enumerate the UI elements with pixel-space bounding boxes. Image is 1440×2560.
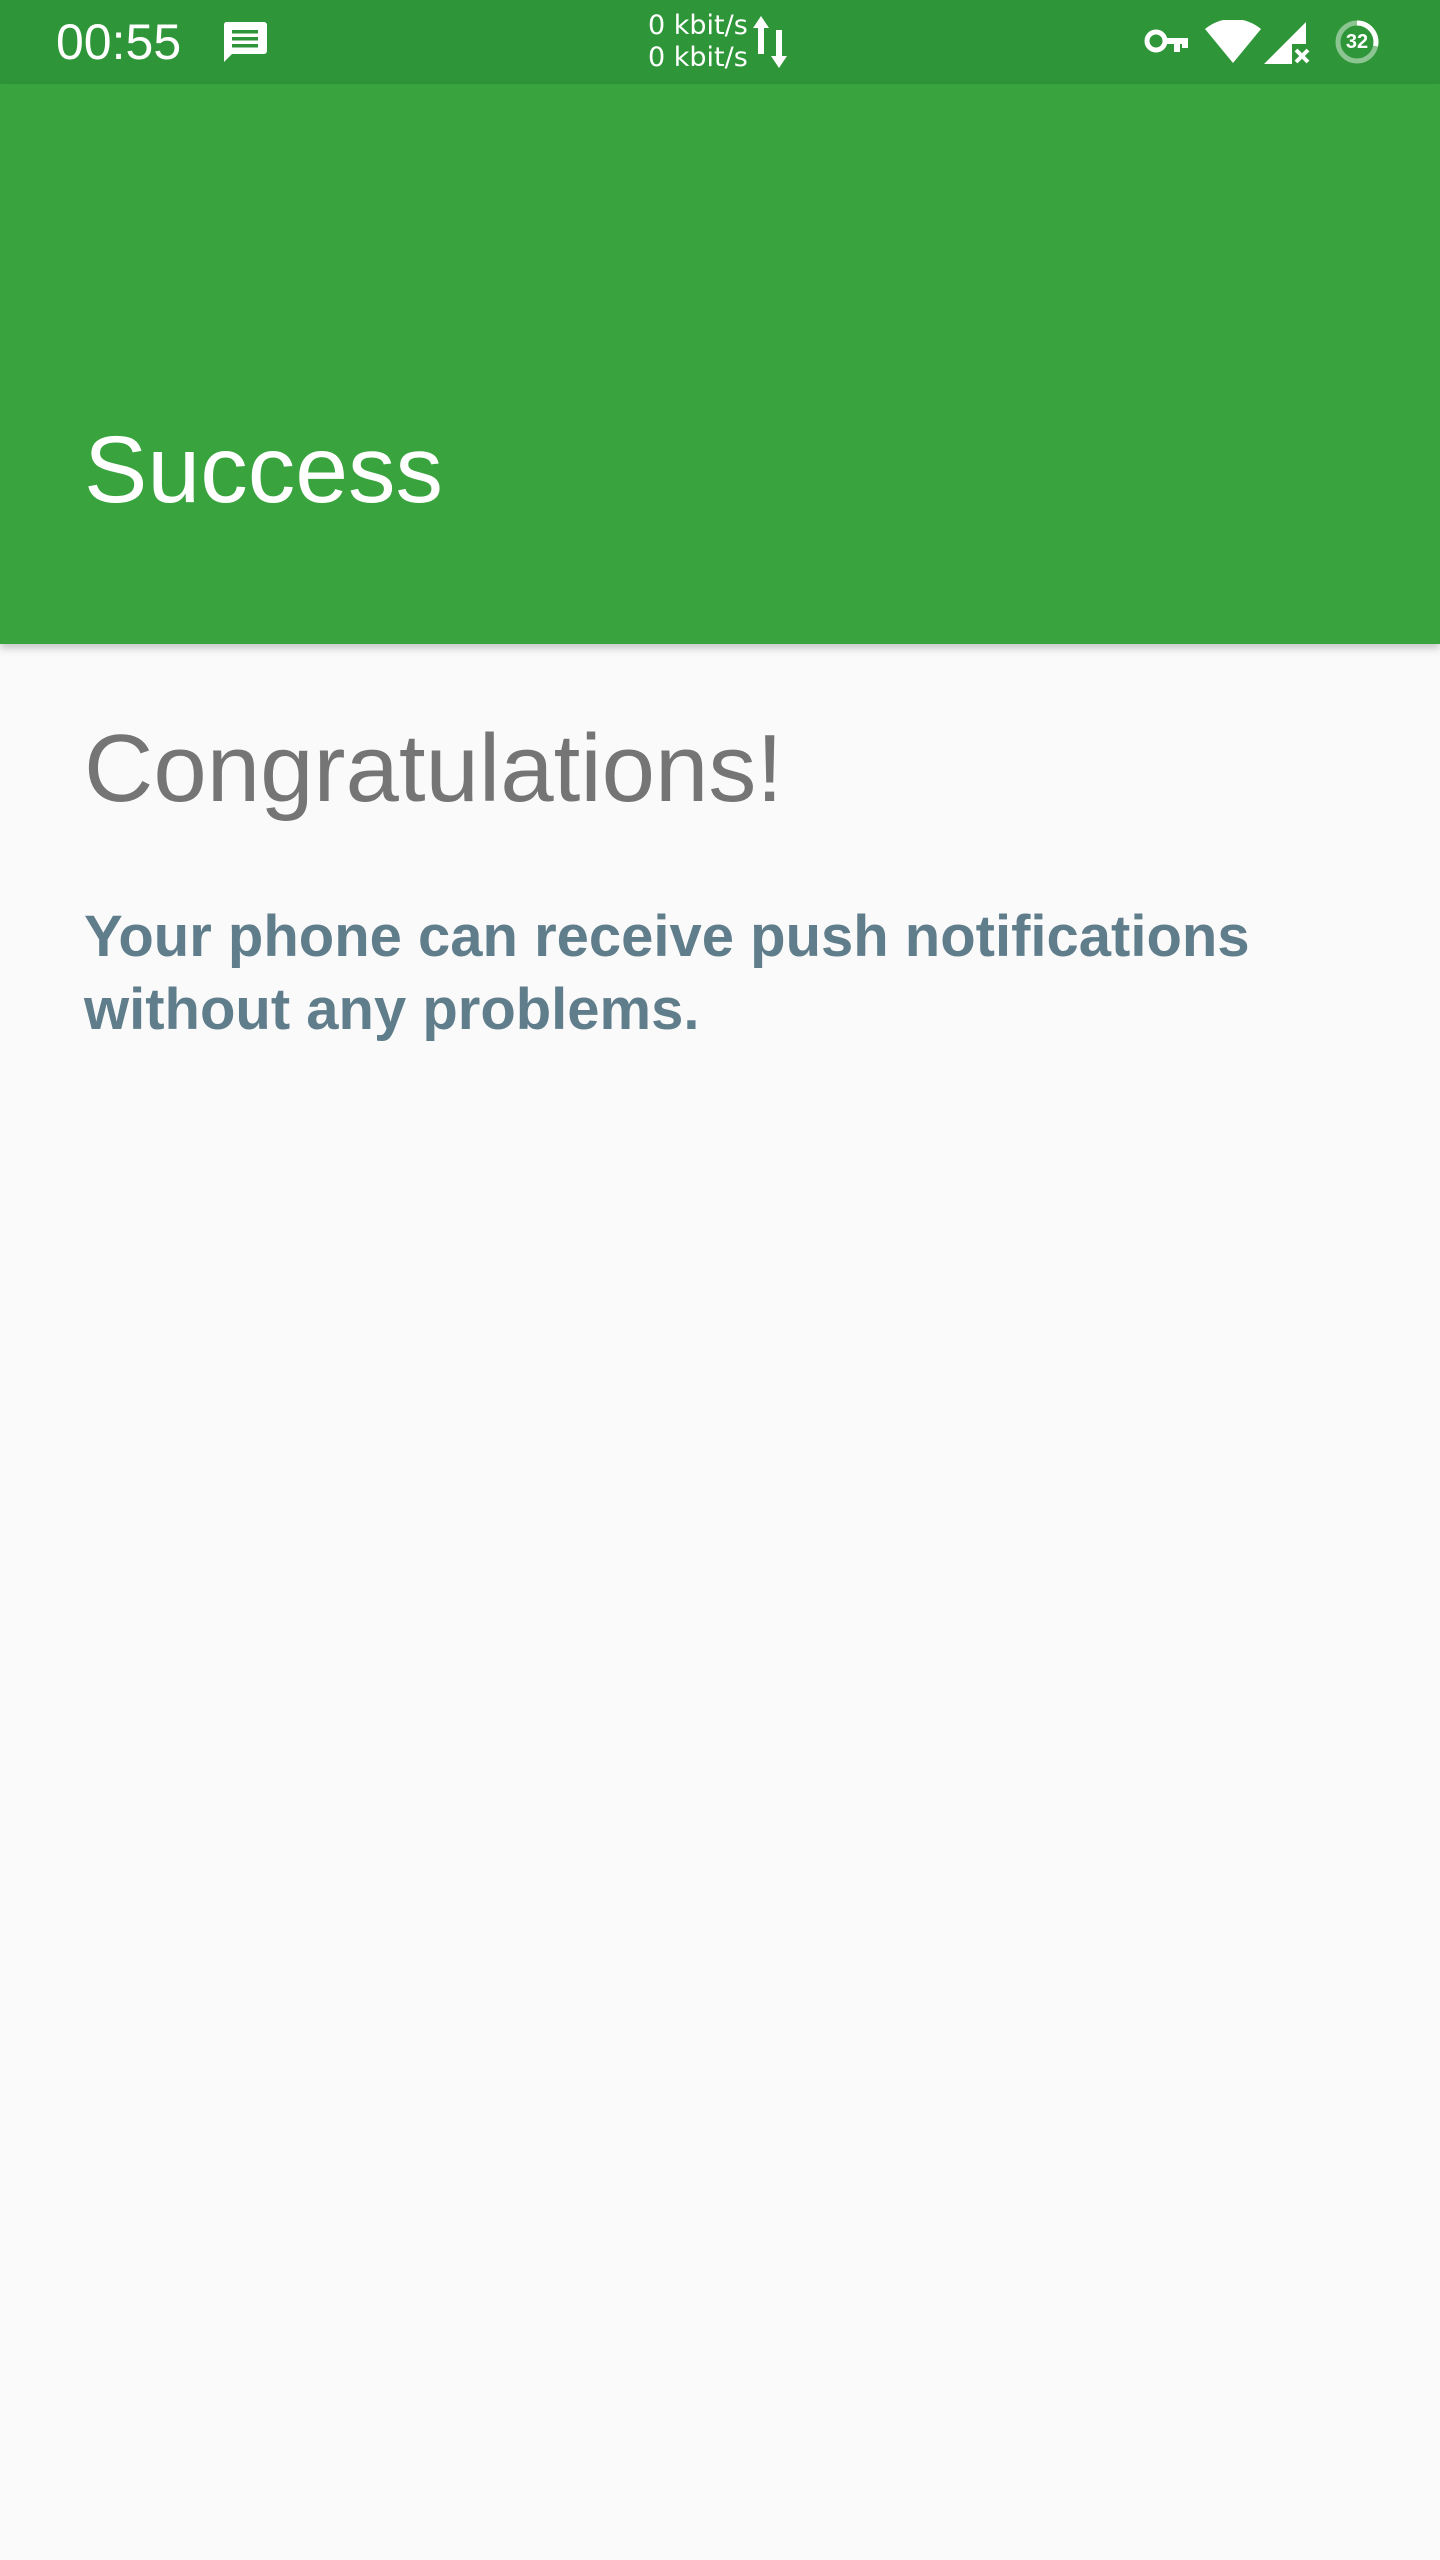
status-time: 00:55 bbox=[56, 14, 182, 70]
app-bar: Success bbox=[0, 84, 1440, 644]
main-content: Congratulations! Your phone can receive … bbox=[84, 644, 1354, 1046]
page-title: Success bbox=[84, 417, 444, 523]
battery-icon: 32 bbox=[1334, 19, 1380, 65]
status-bar: 00:55 0 kbit/s 0 kbit/s 32 bbox=[0, 0, 1440, 84]
battery-level: 32 bbox=[1345, 31, 1369, 53]
congratulations-heading: Congratulations! bbox=[84, 715, 784, 822]
wifi-icon bbox=[1205, 20, 1261, 63]
vpn-key-icon bbox=[1144, 29, 1188, 53]
signal-no-sim-icon bbox=[1264, 22, 1310, 64]
message-icon bbox=[223, 22, 267, 62]
data-transfer-icon bbox=[753, 16, 787, 68]
net-upload-speed: 0 kbit/s bbox=[648, 10, 748, 41]
net-download-speed: 0 kbit/s bbox=[648, 42, 748, 73]
network-speed: 0 kbit/s 0 kbit/s bbox=[648, 10, 748, 74]
success-message: Your phone can receive push notification… bbox=[84, 904, 1250, 1042]
